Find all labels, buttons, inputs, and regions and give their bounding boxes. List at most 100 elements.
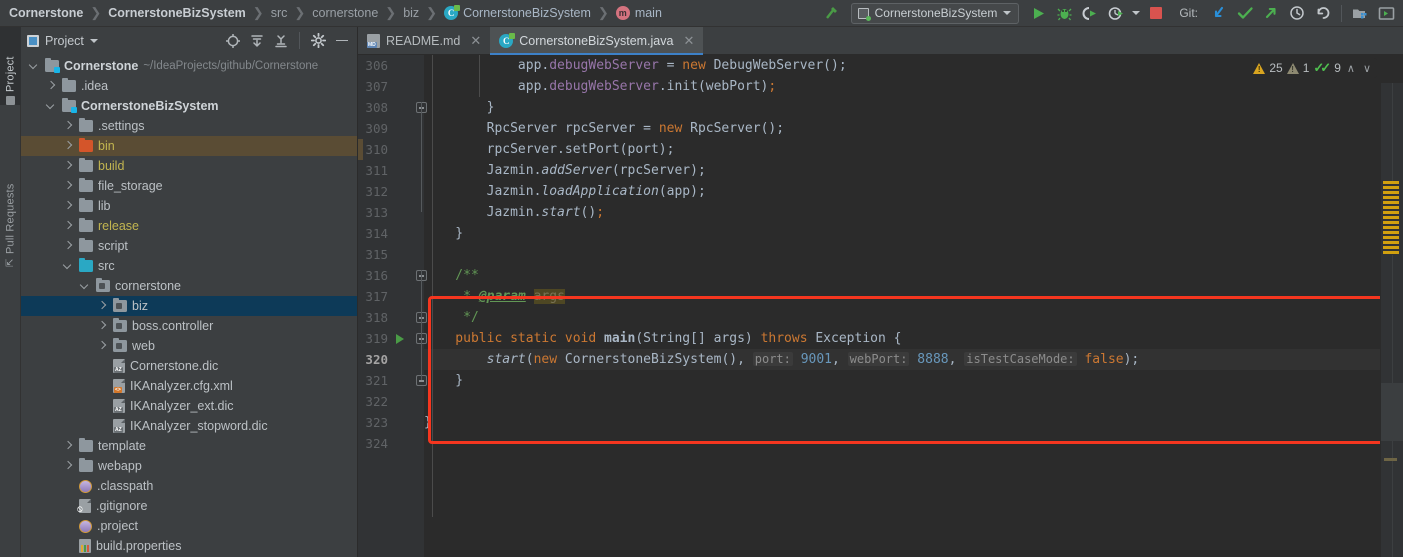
code-viewport[interactable]: 306 307 308 309 310 311 312 313 314 315 316 317 318 3… <box>358 55 1403 557</box>
sidebar-tab-pull-requests[interactable]: ⇱ Pull Requests <box>0 147 21 267</box>
chevron-down-icon[interactable] <box>46 101 57 112</box>
tab-cornerstonebizsystem-java[interactable]: C CornerstoneBizSystem.java ✕ <box>490 27 704 55</box>
chevron-down-icon <box>1003 11 1012 15</box>
editor-marker-gutter[interactable] <box>1380 83 1403 557</box>
scrollbar-thumb[interactable] <box>1381 383 1403 441</box>
project-panel-title[interactable]: Project <box>27 34 98 48</box>
project-structure-icon[interactable] <box>1347 1 1373 25</box>
tree-node--gitignore[interactable]: ⃠ .gitignore <box>21 496 357 516</box>
tree-node--idea[interactable]: .idea <box>21 76 357 96</box>
tree-node-cornerstone-dic[interactable]: AZ Cornerstone.dic <box>21 356 357 376</box>
chevron-right-icon[interactable] <box>63 161 74 172</box>
run-with-coverage-button[interactable] <box>1077 1 1103 25</box>
build-hammer-icon[interactable] <box>819 1 845 25</box>
debug-button[interactable] <box>1051 1 1077 25</box>
chevron-down-icon[interactable] <box>29 61 40 72</box>
project-tree[interactable]: Cornerstone ~/IdeaProjects/github/Corners… <box>21 54 357 557</box>
close-icon[interactable]: ✕ <box>470 33 481 49</box>
tree-node-label: src <box>98 259 115 273</box>
run-configuration-selector[interactable]: CornerstoneBizSystem <box>850 2 1020 24</box>
chevron-right-icon[interactable] <box>97 321 108 332</box>
tree-node-build-properties[interactable]: build.properties <box>21 536 357 556</box>
warning-markers[interactable] <box>1383 181 1399 255</box>
breadcrumb-item-class[interactable]: C CornerstoneBizSystem <box>441 5 594 20</box>
breadcrumb-item-project[interactable]: Cornerstone <box>6 6 86 20</box>
tree-node-lib[interactable]: lib <box>21 196 357 216</box>
tree-node-src[interactable]: src <box>21 256 357 276</box>
profiler-dropdown-icon[interactable] <box>1129 1 1143 25</box>
chevron-right-icon[interactable] <box>46 81 57 92</box>
history-icon[interactable] <box>1284 1 1310 25</box>
push-icon[interactable] <box>1258 1 1284 25</box>
tree-node--project[interactable]: .project <box>21 516 357 536</box>
gutter-change-marker <box>358 139 363 160</box>
tree-node-file-storage[interactable]: file_storage <box>21 176 357 196</box>
chevron-right-icon[interactable] <box>63 181 74 192</box>
tree-node-biz[interactable]: biz <box>21 296 357 316</box>
tree-node-bin[interactable]: bin <box>21 136 357 156</box>
tree-node-script[interactable]: script <box>21 236 357 256</box>
tree-node-template[interactable]: template <box>21 436 357 456</box>
tree-node-label: template <box>98 439 146 453</box>
tree-node-build[interactable]: build <box>21 156 357 176</box>
close-icon[interactable]: ✕ <box>683 33 694 49</box>
chevron-right-icon[interactable] <box>97 301 108 312</box>
folder-icon <box>79 197 93 212</box>
stop-button[interactable] <box>1143 1 1169 25</box>
breadcrumb-item-cornerstone[interactable]: cornerstone <box>309 6 381 20</box>
commit-icon[interactable] <box>1232 1 1258 25</box>
tree-node-label: lib <box>98 199 111 213</box>
profiler-button[interactable] <box>1103 1 1129 25</box>
run-gutter-icon[interactable] <box>396 334 404 344</box>
update-project-icon[interactable] <box>1206 1 1232 25</box>
chevron-down-icon[interactable]: ∨ <box>1361 62 1373 75</box>
tree-node-release[interactable]: release <box>21 216 357 236</box>
editor-gutter[interactable]: 306 307 308 309 310 311 312 313 314 315 316 317 318 3… <box>358 55 427 557</box>
sidebar-tab-project[interactable]: Project <box>0 27 21 105</box>
breadcrumb-item-module[interactable]: CornerstoneBizSystem <box>105 6 249 20</box>
chevron-down-icon[interactable] <box>80 281 91 292</box>
tree-node-webapp[interactable]: webapp <box>21 456 357 476</box>
rollback-icon[interactable] <box>1310 1 1336 25</box>
chevron-down-icon[interactable] <box>63 261 74 272</box>
inspections-widget[interactable]: 25 1 ✓✓ 9 ∧ ∨ <box>1249 58 1377 78</box>
collapse-all-icon[interactable] <box>270 30 292 52</box>
tree-node-ikanalyzer-stopword-dic[interactable]: AZ IKAnalyzer_stopword.dic <box>21 416 357 436</box>
tree-node-cornerstone[interactable]: cornerstone <box>21 276 357 296</box>
tree-node-cornerstone[interactable]: Cornerstone ~/IdeaProjects/github/Corners… <box>21 56 357 76</box>
module-folder-icon <box>62 97 77 113</box>
tree-node-ikanalyzer-cfg-xml[interactable]: <> IKAnalyzer.cfg.xml <box>21 376 357 396</box>
tree-node--settings[interactable]: .settings <box>21 116 357 136</box>
breadcrumb-item-biz[interactable]: biz <box>400 6 422 20</box>
chevron-right-icon[interactable] <box>63 241 74 252</box>
chevron-right-icon[interactable] <box>63 221 74 232</box>
package-icon <box>113 297 127 312</box>
terminal-icon[interactable] <box>1373 1 1399 25</box>
run-button[interactable] <box>1025 1 1051 25</box>
warning-marker[interactable] <box>1384 458 1397 461</box>
breadcrumb-item-method[interactable]: m main <box>613 6 665 20</box>
expand-all-icon[interactable] <box>246 30 268 52</box>
chevron-right-icon[interactable] <box>97 341 108 352</box>
tree-node-web[interactable]: web <box>21 336 357 356</box>
folder-icon <box>79 437 93 452</box>
tree-node--classpath[interactable]: .classpath <box>21 476 357 496</box>
tab-readme-md[interactable]: README.md ✕ <box>358 27 491 54</box>
chevron-right-icon[interactable] <box>63 201 74 212</box>
checks-count: 9 <box>1334 61 1341 75</box>
tree-node-cornerstonebizsystem[interactable]: CornerstoneBizSystem <box>21 96 357 116</box>
chevron-up-icon[interactable]: ∧ <box>1345 62 1357 75</box>
chevron-right-icon[interactable] <box>63 121 74 132</box>
chevron-right-icon[interactable] <box>63 441 74 452</box>
breadcrumb-item-src[interactable]: src <box>268 6 291 20</box>
hide-panel-icon[interactable] <box>331 30 353 52</box>
breadcrumb-separator-icon: ❯ <box>426 5 438 20</box>
line-number-324: 324 <box>365 436 388 451</box>
settings-gear-icon[interactable] <box>307 30 329 52</box>
select-opened-file-icon[interactable] <box>222 30 244 52</box>
chevron-right-icon[interactable] <box>63 141 74 152</box>
tree-node-boss-controller[interactable]: boss.controller <box>21 316 357 336</box>
chevron-right-icon[interactable] <box>63 461 74 472</box>
tree-node-ikanalyzer-ext-dic[interactable]: AZ IKAnalyzer_ext.dic <box>21 396 357 416</box>
source-code[interactable]: app.debugWebServer = new DebugWebServer(… <box>424 55 1403 557</box>
